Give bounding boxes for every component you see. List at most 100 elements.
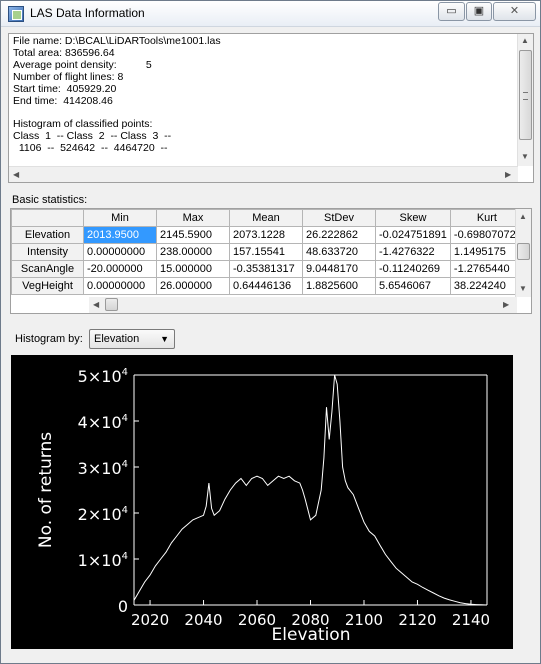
table-hscroll-thumb[interactable] [105,298,118,311]
info-line: Number of flight lines: 8 [13,70,124,83]
table-cell[interactable]: 2073.1228 [229,226,303,244]
table-cell[interactable]: 157.15541 [229,243,303,261]
table-row: ScanAngle -20.000000 15.000000 -0.353813… [11,260,524,278]
y-tick-mantissa: 5×10 [78,367,122,386]
column-header[interactable]: Max [156,209,230,227]
row-header[interactable]: ScanAngle [11,260,84,278]
axis-ticks: 2020 2040 2060 2080 2100 2120 214001×1042×1043… [78,367,490,629]
y-tick-exponent: 4 [122,367,128,378]
table-cell[interactable]: 1.1495175 [449,243,524,261]
table-cell[interactable]: 0.64446136 [229,277,303,295]
y-tick-mantissa: 0 [118,597,128,616]
table-horizontal-scrollbar[interactable]: ◀ ▶ [89,297,517,313]
table-cell[interactable]: 9.0448170 [302,260,376,278]
info-line: Average point density: 5 [13,58,152,71]
table-cell[interactable]: -1.2765440 [449,260,524,278]
table-cell[interactable]: 26.000000 [156,277,230,295]
table-row: VegHeight 0.00000000 26.000000 0.6444613… [11,277,524,295]
x-tick-label: 2040 [184,611,222,629]
y-tick-exponent: 4 [122,505,128,516]
table-cell[interactable]: 5.6546067 [375,277,451,295]
histogram-by-label: Histogram by: [15,333,83,345]
table-cell[interactable]: -20.000000 [83,260,157,278]
y-tick-exponent: 4 [122,459,128,470]
minimize-button[interactable]: ▭ [438,2,465,21]
statistics-table[interactable]: Min Max Mean StDev Skew Kurt Elevation 2… [10,208,532,314]
info-line: End time: 414208.46 [13,94,113,107]
histogram-chart: 2020 2040 2060 2080 2100 2120 2140 0 1×104 2×104 3… [11,355,513,649]
scroll-left-icon[interactable]: ◀ [93,300,99,309]
scroll-left-icon[interactable]: ◀ [13,170,19,179]
x-tick-label: 2020 [131,611,169,629]
column-header[interactable]: Kurt [449,209,524,227]
histogram-by-select[interactable]: Elevation ▼ [89,329,175,349]
x-tick-label: 2100 [345,611,383,629]
x-tick-label: 2120 [398,611,436,629]
close-button[interactable]: ✕ [493,2,536,21]
table-cell[interactable]: -0.024751891 [375,226,451,244]
y-tick-label: 3×104 [78,459,128,478]
y-tick-exponent: 4 [122,413,128,424]
y-tick-exponent: 4 [122,551,128,562]
column-header[interactable]: Min [83,209,157,227]
y-tick-label: 2×104 [78,505,128,524]
table-cell[interactable]: 238.00000 [156,243,230,261]
scroll-right-icon[interactable]: ▶ [505,170,511,179]
table-cell[interactable]: 26.222862 [302,226,376,244]
table-cell[interactable]: 38.224240 [449,277,524,295]
y-tick-mantissa: 4×10 [78,413,122,432]
info-text-area[interactable]: File name: D:\BCAL\LiDARTools\me1001.las… [8,33,534,183]
table-vscroll-thumb[interactable] [517,243,530,260]
basic-statistics-label: Basic statistics: [12,194,88,206]
table-cell[interactable]: 1.8825600 [302,277,376,295]
title-bar[interactable]: LAS Data Information ▭ ▣ ✕ [1,1,540,27]
table-cell[interactable]: 2145.5900 [156,226,230,244]
app-icon [8,6,24,22]
table-header-row: Min Max Mean StDev Skew Kurt [11,209,524,227]
scroll-up-icon[interactable]: ▲ [519,212,527,221]
column-header[interactable]: Skew [375,209,451,227]
table-cell[interactable]: -0.11240269 [375,260,451,278]
scroll-down-icon[interactable]: ▼ [521,152,529,161]
scroll-up-icon[interactable]: ▲ [521,36,529,45]
scroll-right-icon[interactable]: ▶ [503,300,509,309]
info-vertical-scrollbar[interactable]: ▲ ▼ [517,34,533,166]
info-line: Total area: 836596.64 [13,46,115,59]
row-header[interactable]: Intensity [11,243,84,261]
info-scroll-thumb[interactable] [519,50,532,140]
table-cell[interactable]: 15.000000 [156,260,230,278]
scroll-down-icon[interactable]: ▼ [519,284,527,293]
y-tick-mantissa: 2×10 [78,505,122,524]
column-header[interactable]: Mean [229,209,303,227]
histogram-svg: 2020 2040 2060 2080 2100 2120 214001×1042×1043… [36,367,490,645]
corner-header [11,209,84,227]
table-cell[interactable]: 48.633720 [302,243,376,261]
histogram-by-value: Elevation [94,333,140,345]
y-tick-label: 4×104 [78,413,128,432]
table-cell[interactable]: -0.69807072 [449,226,524,244]
maximize-icon: ▣ [473,5,485,17]
column-header[interactable]: StDev [302,209,376,227]
table-cell[interactable]: 2013.9500 [83,226,157,244]
table-cell[interactable]: -0.35381317 [229,260,303,278]
chevron-down-icon: ▼ [160,334,169,344]
table-row: Elevation 2013.9500 2145.5900 2073.1228 … [11,226,524,244]
y-tick-mantissa: 3×10 [78,459,122,478]
table-cell[interactable]: -1.4276322 [375,243,451,261]
info-line: Class 1 -- Class 2 -- Class 3 -- [13,130,172,143]
row-header[interactable]: VegHeight [11,277,84,295]
info-horizontal-scrollbar[interactable]: ◀ ▶ [9,166,518,182]
x-tick-label: 2060 [238,611,276,629]
window-title: LAS Data Information [30,6,145,20]
y-tick-label: 5×104 [78,367,128,386]
las-data-window: LAS Data Information ▭ ▣ ✕ File name: D:… [0,0,541,664]
info-line: File name: D:\BCAL\LiDARTools\me1001.las [13,35,221,47]
close-icon: ✕ [509,5,520,17]
table-cell[interactable]: 0.00000000 [83,243,157,261]
row-header[interactable]: Elevation [11,226,84,244]
table-row: Intensity 0.00000000 238.00000 157.15541… [11,243,524,261]
table-vertical-scrollbar[interactable]: ▲ ▼ [515,209,531,297]
table-cell[interactable]: 0.00000000 [83,277,157,295]
info-line: 1106 -- 524642 -- 4464720 -- [13,142,168,155]
maximize-button[interactable]: ▣ [466,2,492,21]
